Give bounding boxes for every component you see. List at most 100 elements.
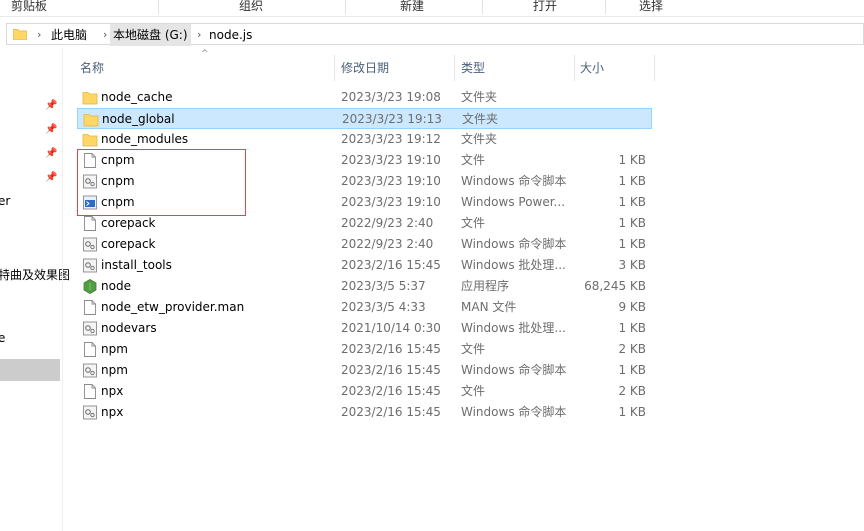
file-type: 文件夹	[462, 112, 499, 126]
nav-item-partial[interactable]: e	[0, 331, 5, 345]
file-row[interactable]: corepack 2022/9/23 2:40 Windows 命令脚本 1 KB	[77, 234, 652, 255]
navigation-pane[interactable]: 📌 📌 📌 📌 er 特曲及效果图 e	[0, 47, 70, 531]
file-type: Windows 批处理...	[461, 321, 566, 335]
file-type: 文件	[461, 153, 486, 167]
file-row[interactable]: cnpm 2023/3/23 19:10 文件 1 KB	[77, 150, 652, 171]
file-name: node_cache	[101, 90, 173, 104]
file-row[interactable]: node 2023/3/5 5:37 应用程序 68,245 KB	[77, 276, 652, 297]
file-row[interactable]: install_tools 2023/2/16 15:45 Windows 批处理.…	[77, 255, 652, 276]
file-row[interactable]: node_modules 2023/3/23 19:12 文件夹	[77, 129, 652, 150]
file-type: 文件夹	[461, 132, 498, 146]
file-icon	[82, 341, 98, 358]
file-row[interactable]: npm 2023/2/16 15:45 Windows 命令脚本 1 KB	[77, 360, 652, 381]
file-modified-date: 2023/3/23 19:10	[341, 195, 441, 209]
pane-divider[interactable]	[62, 47, 63, 531]
ribbon-group-organize: 组织	[239, 0, 264, 13]
file-type: Windows 命令脚本	[461, 363, 567, 377]
pin-icon[interactable]: 📌	[45, 148, 57, 160]
chevron-right-icon[interactable]: ›	[103, 24, 107, 46]
chevron-right-icon[interactable]: ›	[197, 24, 201, 46]
ribbon-divider	[345, 0, 346, 14]
file-size: 1 KB	[618, 321, 646, 335]
folder-icon	[13, 29, 27, 40]
file-modified-date: 2021/10/14 0:30	[341, 321, 441, 335]
file-size: 2 KB	[618, 384, 646, 398]
file-size: 1 KB	[618, 174, 646, 188]
file-row[interactable]: corepack 2022/9/23 2:40 文件 1 KB	[77, 213, 652, 234]
pin-icon[interactable]: 📌	[45, 124, 57, 136]
script-icon	[82, 236, 98, 253]
file-modified-date: 2023/3/23 19:12	[341, 132, 441, 146]
file-modified-date: 2023/3/23 19:13	[342, 112, 442, 126]
address-bar[interactable]: › 此电脑 › 本地磁盘 (G:) › node.js	[0, 23, 864, 47]
column-header-name[interactable]: 名称	[80, 55, 104, 81]
script-icon	[82, 320, 98, 337]
folder-icon	[83, 111, 99, 128]
folder-icon	[82, 89, 98, 106]
column-divider[interactable]	[654, 55, 655, 81]
file-modified-date: 2023/2/16 15:45	[341, 363, 441, 377]
column-divider[interactable]	[454, 55, 455, 81]
sort-ascending-icon: ^	[201, 49, 209, 59]
file-size: 1 KB	[618, 363, 646, 377]
breadcrumb-current-folder[interactable]: node.js	[209, 24, 252, 46]
nav-item-partial[interactable]: er	[0, 194, 10, 208]
nav-item-partial[interactable]: 特曲及效果图	[0, 266, 70, 283]
file-name: npx	[101, 405, 124, 419]
file-name: nodevars	[101, 321, 157, 335]
folder-icon	[82, 131, 98, 148]
file-name: npm	[101, 342, 128, 356]
file-type: 文件	[461, 216, 486, 230]
file-type: 文件	[461, 384, 486, 398]
pin-icon[interactable]: 📌	[45, 100, 57, 112]
file-size: 1 KB	[618, 153, 646, 167]
file-modified-date: 2022/9/23 2:40	[341, 216, 434, 230]
pin-icon[interactable]: 📌	[45, 172, 57, 184]
breadcrumb-this-pc[interactable]: 此电脑	[51, 24, 87, 46]
column-header-date[interactable]: 修改日期	[341, 55, 389, 81]
file-row[interactable]: npm 2023/2/16 15:45 文件 2 KB	[77, 339, 652, 360]
file-row[interactable]: nodevars 2021/10/14 0:30 Windows 批处理... 1 K…	[77, 318, 652, 339]
column-header-size[interactable]: 大小	[580, 55, 604, 81]
script-icon	[82, 404, 98, 421]
file-type: Windows 批处理...	[461, 258, 566, 272]
nav-item-selected[interactable]	[0, 359, 60, 381]
file-type: Windows 命令脚本	[461, 237, 567, 251]
column-header-type[interactable]: 类型	[461, 55, 485, 81]
file-name: cnpm	[101, 174, 135, 188]
ribbon-group-open: 打开	[533, 0, 558, 13]
file-modified-date: 2023/3/23 19:08	[341, 90, 441, 104]
file-modified-date: 2023/3/23 19:10	[341, 174, 441, 188]
file-row[interactable]: cnpm 2023/3/23 19:10 Windows 命令脚本 1 KB	[77, 171, 652, 192]
ribbon-group-clipboard: 剪贴板	[11, 0, 48, 13]
file-name: node_modules	[101, 132, 189, 146]
file-icon	[82, 383, 98, 400]
file-size: 3 KB	[618, 258, 646, 272]
file-row[interactable]: npx 2023/2/16 15:45 文件 2 KB	[77, 381, 652, 402]
file-row[interactable]: cnpm 2023/3/23 19:10 Windows Power... 1 KB	[77, 192, 652, 213]
file-icon	[82, 215, 98, 232]
file-size: 1 KB	[618, 405, 646, 419]
column-header-row: ^ 名称 修改日期 类型 大小	[75, 49, 655, 81]
script-icon	[82, 173, 98, 190]
ribbon-group-labels: 剪贴板 组织 新建 打开 选择	[0, 0, 864, 17]
file-modified-date: 2023/2/16 15:45	[341, 258, 441, 272]
file-row[interactable]: node_cache 2023/3/23 19:08 文件夹	[77, 87, 652, 108]
file-type: 文件夹	[461, 90, 498, 104]
file-row[interactable]: node_etw_provider.man 2023/3/5 4:33 MAN 文件…	[77, 297, 652, 318]
address-box[interactable]: › 此电脑 › 本地磁盘 (G:) › node.js	[6, 23, 864, 46]
powershell-icon	[82, 194, 98, 211]
file-row[interactable]: npx 2023/2/16 15:45 Windows 命令脚本 1 KB	[77, 402, 652, 423]
script-icon	[82, 257, 98, 274]
column-divider[interactable]	[574, 55, 575, 81]
file-row[interactable]: node_global 2023/3/23 19:13 文件夹	[77, 108, 652, 129]
ribbon-group-select: 选择	[639, 0, 664, 13]
ribbon-divider	[605, 0, 606, 14]
file-type: MAN 文件	[461, 300, 517, 314]
script-icon	[82, 362, 98, 379]
file-size: 1 KB	[618, 195, 646, 209]
breadcrumb-local-disk[interactable]: 本地磁盘 (G:)	[110, 24, 191, 46]
chevron-right-icon[interactable]: ›	[37, 24, 41, 46]
ribbon-divider	[482, 0, 483, 14]
column-divider[interactable]	[334, 55, 335, 81]
